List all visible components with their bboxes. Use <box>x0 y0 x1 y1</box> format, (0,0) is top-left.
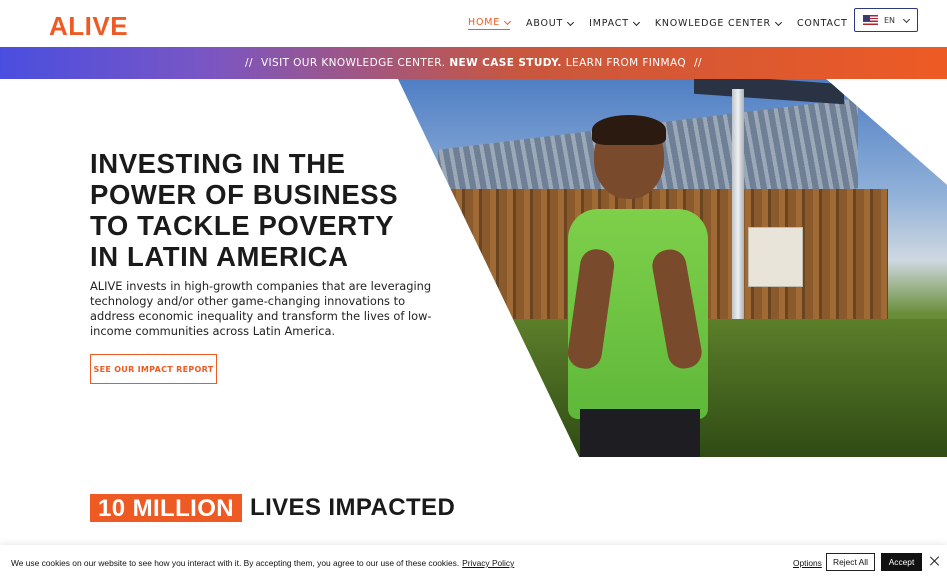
cookie-message: We use cookies on our website to see how… <box>11 558 514 568</box>
language-code: EN <box>884 15 896 25</box>
nav-item-about[interactable]: ABOUT <box>526 17 575 30</box>
site-header: ALIVE HOME ABOUT IMPACT KNOWLEDGE CENTER… <box>0 0 947 47</box>
announcement-banner[interactable]: // VISIT OUR KNOWLEDGE CENTER. NEW CASE … <box>0 47 947 79</box>
nav-item-impact[interactable]: IMPACT <box>589 17 640 30</box>
accept-button[interactable]: Accept <box>881 553 922 571</box>
reject-all-button[interactable]: Reject All <box>826 553 875 571</box>
cookie-bar: We use cookies on our website to see how… <box>0 545 947 579</box>
nav-item-knowledge-center[interactable]: KNOWLEDGE CENTER <box>654 17 783 30</box>
nav-item-contact[interactable]: CONTACT <box>797 17 848 30</box>
stat-headline: 10 MILLION LIVES IMPACTED <box>90 494 455 522</box>
nav-item-label: ABOUT <box>526 18 564 29</box>
chevron-down-icon <box>902 15 911 24</box>
close-icon[interactable] <box>929 555 941 567</box>
stat-label: LIVES IMPACTED <box>250 494 456 521</box>
banner-suffix: // <box>694 57 702 69</box>
hero-image <box>398 79 947 457</box>
hero-title: INVESTING IN THE POWER OF BUSINESS TO TA… <box>90 148 399 272</box>
stat-highlight: 10 MILLION <box>90 494 243 522</box>
nav-item-label: IMPACT <box>589 18 629 29</box>
cookie-text: We use cookies on our website to see how… <box>11 558 460 568</box>
banner-prefix: // <box>245 57 253 69</box>
banner-text-1: VISIT OUR KNOWLEDGE CENTER. <box>260 57 446 69</box>
privacy-policy-link[interactable]: Privacy Policy <box>462 558 514 568</box>
nav-item-label: CONTACT <box>796 18 848 29</box>
banner-text-2: LEARN FROM FINMAQ <box>565 57 687 69</box>
language-selector[interactable]: EN <box>854 8 918 32</box>
nav-item-label: KNOWLEDGE CENTER <box>654 18 771 29</box>
chevron-down-icon <box>567 18 575 26</box>
main-nav: HOME ABOUT IMPACT KNOWLEDGE CENTER CONTA… <box>468 17 864 30</box>
cookie-options-link[interactable]: Options <box>793 558 822 568</box>
chevron-down-icon <box>503 17 512 25</box>
chevron-down-icon <box>774 18 783 26</box>
nav-item-label: HOME <box>468 17 501 28</box>
site-logo[interactable]: ALIVE <box>49 11 128 42</box>
banner-highlight: NEW CASE STUDY. <box>449 57 562 69</box>
us-flag-icon <box>863 15 878 25</box>
nav-item-home[interactable]: HOME <box>468 17 512 30</box>
impact-report-button[interactable]: SEE OUR IMPACT REPORT <box>90 354 217 384</box>
chevron-down-icon <box>632 18 640 26</box>
hero-description: ALIVE invests in high-growth companies t… <box>90 279 432 338</box>
